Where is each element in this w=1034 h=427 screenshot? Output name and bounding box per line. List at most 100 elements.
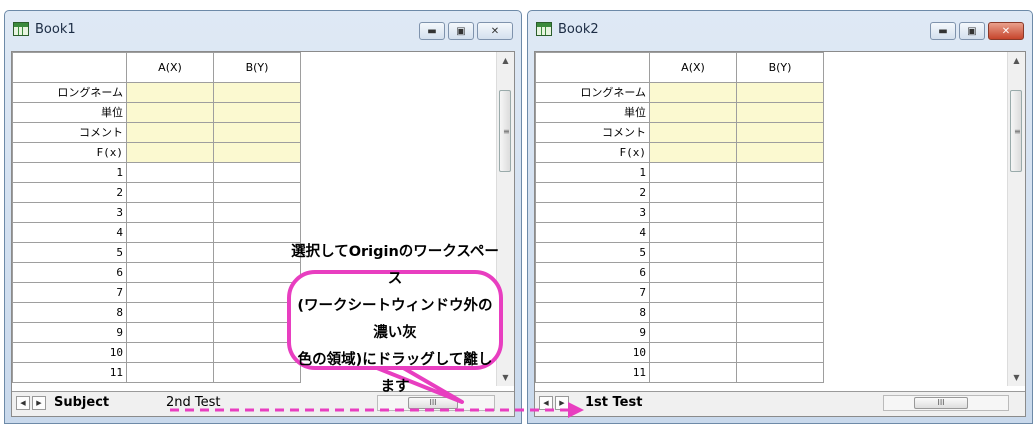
close-button[interactable]: ✕ bbox=[477, 22, 513, 40]
cell[interactable] bbox=[649, 82, 737, 103]
row-number[interactable]: 5 bbox=[535, 242, 650, 263]
cell[interactable] bbox=[126, 82, 214, 103]
cell[interactable] bbox=[649, 122, 737, 143]
row-number[interactable]: 8 bbox=[12, 302, 127, 323]
row-label-comments[interactable]: コメント bbox=[12, 122, 127, 143]
cell[interactable] bbox=[126, 202, 214, 223]
row-number[interactable]: 7 bbox=[535, 282, 650, 303]
cell[interactable] bbox=[213, 202, 301, 223]
row-number[interactable]: 8 bbox=[535, 302, 650, 323]
row-label-fx[interactable]: F(x) bbox=[12, 142, 127, 163]
maximize-button[interactable]: ▣ bbox=[959, 22, 985, 40]
column-header-b[interactable]: B(Y) bbox=[213, 52, 301, 83]
minimize-button[interactable]: ▬ bbox=[419, 22, 445, 40]
row-label-longname[interactable]: ロングネーム bbox=[535, 82, 650, 103]
cell[interactable] bbox=[736, 82, 824, 103]
cell[interactable] bbox=[736, 262, 824, 283]
cell[interactable] bbox=[736, 302, 824, 323]
cell[interactable] bbox=[126, 222, 214, 243]
scroll-thumb[interactable]: ≡ bbox=[1010, 90, 1022, 172]
book1-titlebar[interactable]: Book1 ▬ ▣ ✕ bbox=[5, 11, 521, 49]
cell[interactable] bbox=[736, 322, 824, 343]
cell[interactable] bbox=[126, 102, 214, 123]
tab-subject[interactable]: Subject bbox=[50, 392, 113, 413]
cell[interactable] bbox=[736, 182, 824, 203]
scroll-thumb[interactable]: ≡ bbox=[499, 90, 511, 172]
book2-sheet[interactable]: A(X) B(Y) ロングネーム 単位 コメント F(x) 1 2 3 4 5 … bbox=[534, 51, 1026, 417]
cell[interactable] bbox=[126, 322, 214, 343]
cell[interactable] bbox=[736, 342, 824, 363]
cell[interactable] bbox=[736, 202, 824, 223]
row-number[interactable]: 11 bbox=[12, 362, 127, 383]
cell[interactable] bbox=[213, 102, 301, 123]
cell[interactable] bbox=[736, 122, 824, 143]
row-number[interactable]: 1 bbox=[535, 162, 650, 183]
column-header-a[interactable]: A(X) bbox=[649, 52, 737, 83]
tab-prev-button[interactable]: ◀ bbox=[16, 396, 30, 410]
row-number[interactable]: 4 bbox=[535, 222, 650, 243]
cell[interactable] bbox=[213, 122, 301, 143]
cell[interactable] bbox=[126, 242, 214, 263]
cell[interactable] bbox=[126, 262, 214, 283]
row-number[interactable]: 6 bbox=[535, 262, 650, 283]
cell[interactable] bbox=[213, 162, 301, 183]
cell[interactable] bbox=[736, 222, 824, 243]
cell[interactable] bbox=[649, 202, 737, 223]
cell[interactable] bbox=[649, 142, 737, 163]
cell[interactable] bbox=[213, 242, 301, 263]
row-number[interactable]: 3 bbox=[12, 202, 127, 223]
cell[interactable] bbox=[649, 342, 737, 363]
horizontal-scrollbar[interactable]: III bbox=[883, 395, 1009, 411]
cell[interactable] bbox=[213, 362, 301, 383]
cell[interactable] bbox=[736, 362, 824, 383]
row-label-comments[interactable]: コメント bbox=[535, 122, 650, 143]
book2-titlebar[interactable]: Book2 ▬ ▣ ✕ bbox=[528, 11, 1032, 49]
cell[interactable] bbox=[126, 182, 214, 203]
row-number[interactable]: 1 bbox=[12, 162, 127, 183]
cell[interactable] bbox=[649, 102, 737, 123]
vertical-scrollbar[interactable]: ▲ ≡ ▼ bbox=[1007, 52, 1025, 386]
cell[interactable] bbox=[736, 282, 824, 303]
cell[interactable] bbox=[736, 242, 824, 263]
cell[interactable] bbox=[649, 282, 737, 303]
row-number[interactable]: 7 bbox=[12, 282, 127, 303]
row-number[interactable]: 3 bbox=[535, 202, 650, 223]
cell[interactable] bbox=[126, 302, 214, 323]
cell[interactable] bbox=[649, 222, 737, 243]
corner-cell[interactable] bbox=[12, 52, 127, 83]
corner-cell[interactable] bbox=[535, 52, 650, 83]
cell[interactable] bbox=[213, 82, 301, 103]
cell[interactable] bbox=[649, 362, 737, 383]
tab-2nd-test[interactable]: 2nd Test bbox=[162, 392, 225, 413]
row-number[interactable]: 10 bbox=[535, 342, 650, 363]
row-number[interactable]: 10 bbox=[12, 342, 127, 363]
cell[interactable] bbox=[649, 262, 737, 283]
cell[interactable] bbox=[126, 122, 214, 143]
tab-1st-test[interactable]: 1st Test bbox=[581, 392, 646, 413]
row-number[interactable]: 9 bbox=[12, 322, 127, 343]
cell[interactable] bbox=[213, 182, 301, 203]
scroll-down-icon[interactable]: ▼ bbox=[497, 369, 514, 386]
column-header-a[interactable]: A(X) bbox=[126, 52, 214, 83]
column-header-b[interactable]: B(Y) bbox=[736, 52, 824, 83]
row-number[interactable]: 5 bbox=[12, 242, 127, 263]
cell[interactable] bbox=[213, 142, 301, 163]
cell[interactable] bbox=[736, 142, 824, 163]
row-number[interactable]: 2 bbox=[535, 182, 650, 203]
close-button[interactable]: ✕ bbox=[988, 22, 1024, 40]
cell[interactable] bbox=[126, 342, 214, 363]
row-number[interactable]: 6 bbox=[12, 262, 127, 283]
minimize-button[interactable]: ▬ bbox=[930, 22, 956, 40]
scroll-up-icon[interactable]: ▲ bbox=[497, 52, 514, 69]
tab-next-button[interactable]: ▶ bbox=[555, 396, 569, 410]
cell[interactable] bbox=[649, 322, 737, 343]
hscroll-thumb[interactable]: III bbox=[914, 397, 968, 409]
cell[interactable] bbox=[126, 142, 214, 163]
cell[interactable] bbox=[126, 162, 214, 183]
row-number[interactable]: 2 bbox=[12, 182, 127, 203]
cell[interactable] bbox=[736, 162, 824, 183]
row-label-longname[interactable]: ロングネーム bbox=[12, 82, 127, 103]
cell[interactable] bbox=[213, 222, 301, 243]
cell[interactable] bbox=[126, 362, 214, 383]
row-number[interactable]: 4 bbox=[12, 222, 127, 243]
